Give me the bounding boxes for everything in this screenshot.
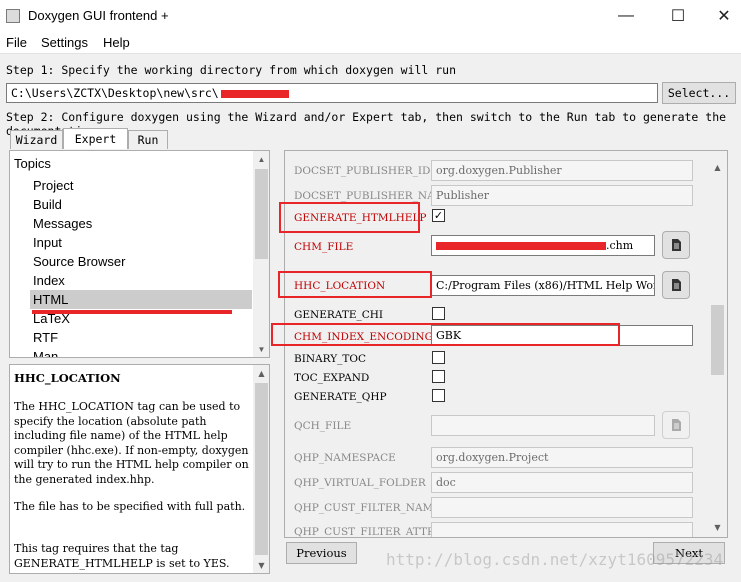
hhc-location-field[interactable]: C:/Program Files (x86)/HTML Help Work xyxy=(431,275,655,296)
scroll-down-icon[interactable]: ▼ xyxy=(253,341,269,357)
chm-file-field[interactable]: .chm xyxy=(431,235,655,256)
topics-scrollbar[interactable]: ▲ ▼ xyxy=(253,151,269,357)
file-icon xyxy=(672,419,681,431)
annotation-box xyxy=(278,271,432,298)
tab-run[interactable]: Run xyxy=(128,130,168,149)
scroll-thumb[interactable] xyxy=(255,169,268,259)
option-label: GENERATE_QHP xyxy=(294,391,387,403)
option-label: TOC_EXPAND xyxy=(294,372,370,384)
option-label: QCH_FILE xyxy=(294,420,352,432)
minimize-button[interactable]: — xyxy=(603,0,649,32)
file-icon xyxy=(672,279,681,291)
menu-settings[interactable]: Settings xyxy=(41,35,88,50)
qch-file-browse-button[interactable] xyxy=(662,411,690,439)
select-directory-button[interactable]: Select... xyxy=(662,82,736,104)
topic-item[interactable]: RTF xyxy=(33,330,58,345)
scroll-thumb[interactable] xyxy=(255,383,268,555)
tab-expert[interactable]: Expert xyxy=(63,128,128,149)
generate-chi-checkbox[interactable] xyxy=(432,307,445,320)
hhc-location-browse-button[interactable] xyxy=(662,271,690,299)
tab-wizard[interactable]: Wizard xyxy=(10,130,63,149)
menu-help[interactable]: Help xyxy=(103,35,130,50)
working-directory-path: C:\Users\ZCTX\Desktop\new\src\ xyxy=(11,86,219,100)
binary-toc-checkbox[interactable] xyxy=(432,351,445,364)
scroll-down-icon[interactable]: ▼ xyxy=(709,519,726,535)
scroll-up-icon[interactable]: ▲ xyxy=(253,365,269,381)
topic-item[interactable]: Source Browser xyxy=(33,254,125,269)
topics-list: Topics Project Build Messages Input Sour… xyxy=(9,150,270,358)
generate-htmlhelp-checkbox[interactable]: ✓ xyxy=(432,209,445,222)
qhp-cust-filter-attrs-field[interactable] xyxy=(431,522,693,537)
option-label: CHM_FILE xyxy=(294,241,354,253)
annotation-box xyxy=(271,323,620,346)
watermark: http://blog.csdn.net/xzyt1609572234 xyxy=(386,550,724,569)
help-paragraph: The HHC_LOCATION tag can be used to spec… xyxy=(14,400,249,486)
annotation-underline xyxy=(32,310,232,314)
topic-item-selected[interactable]: HTML xyxy=(33,292,68,307)
option-label: DOCSET_PUBLISHER_NAME xyxy=(294,190,454,202)
qhp-virtual-folder-field[interactable]: doc xyxy=(431,472,693,493)
maximize-button[interactable]: ☐ xyxy=(655,0,701,32)
topic-item[interactable]: Build xyxy=(33,197,62,212)
menu-file[interactable]: File xyxy=(6,35,27,50)
chm-file-browse-button[interactable] xyxy=(662,231,690,259)
chm-file-suffix: .chm xyxy=(606,239,634,252)
redacted-mark xyxy=(220,89,289,98)
option-label: QHP_NAMESPACE xyxy=(294,452,396,464)
option-label: QHP_VIRTUAL_FOLDER xyxy=(294,477,426,489)
qch-file-field[interactable] xyxy=(431,415,655,436)
topics-header: Topics xyxy=(14,156,51,171)
options-scrollbar[interactable]: ▲ ▼ xyxy=(709,159,726,535)
docset-publisher-id-field[interactable]: org.doxygen.Publisher xyxy=(431,160,693,181)
option-label: BINARY_TOC xyxy=(294,353,367,365)
option-label: GENERATE_CHI xyxy=(294,309,384,321)
option-label: QHP_CUST_FILTER_ATTRS xyxy=(294,526,443,538)
scroll-up-icon[interactable]: ▲ xyxy=(253,151,269,167)
qhp-namespace-field[interactable]: org.doxygen.Project xyxy=(431,447,693,468)
help-title: HHC_LOCATION xyxy=(14,371,121,385)
toc-expand-checkbox[interactable] xyxy=(432,370,445,383)
app-icon xyxy=(6,9,20,23)
file-icon xyxy=(672,239,681,251)
topic-item[interactable]: Man xyxy=(33,349,58,357)
topic-item[interactable]: Input xyxy=(33,235,62,250)
option-label: DOCSET_PUBLISHER_ID xyxy=(294,165,431,177)
menu-bar: File Settings Help xyxy=(0,32,741,54)
topic-item[interactable]: Project xyxy=(33,178,73,193)
topic-item[interactable]: Messages xyxy=(33,216,92,231)
option-label: QHP_CUST_FILTER_NAME xyxy=(294,502,441,514)
window-title: Doxygen GUI frontend + xyxy=(28,8,169,23)
redacted-mark xyxy=(436,242,606,250)
topic-item[interactable]: Index xyxy=(33,273,65,288)
docset-publisher-name-field[interactable]: Publisher xyxy=(431,185,693,206)
scroll-up-icon[interactable]: ▲ xyxy=(709,159,726,175)
qhp-cust-filter-name-field[interactable] xyxy=(431,497,693,518)
scroll-down-icon[interactable]: ▼ xyxy=(253,557,269,573)
help-paragraph: This tag requires that the tag GENERATE_… xyxy=(14,542,230,570)
close-button[interactable]: ✕ xyxy=(701,0,741,32)
scroll-thumb[interactable] xyxy=(711,305,724,375)
help-paragraph: The file has to be specified with full p… xyxy=(14,500,246,513)
annotation-box xyxy=(279,202,420,233)
title-bar: Doxygen GUI frontend + — ☐ ✕ xyxy=(0,0,741,32)
help-scrollbar[interactable]: ▲ ▼ xyxy=(253,365,269,573)
generate-qhp-checkbox[interactable] xyxy=(432,389,445,402)
previous-button[interactable]: Previous xyxy=(286,542,357,564)
help-panel: HHC_LOCATION The HHC_LOCATION tag can be… xyxy=(9,364,270,574)
working-directory-input[interactable]: C:\Users\ZCTX\Desktop\new\src\ xyxy=(6,83,658,103)
step1-label: Step 1: Specify the working directory fr… xyxy=(6,63,457,77)
